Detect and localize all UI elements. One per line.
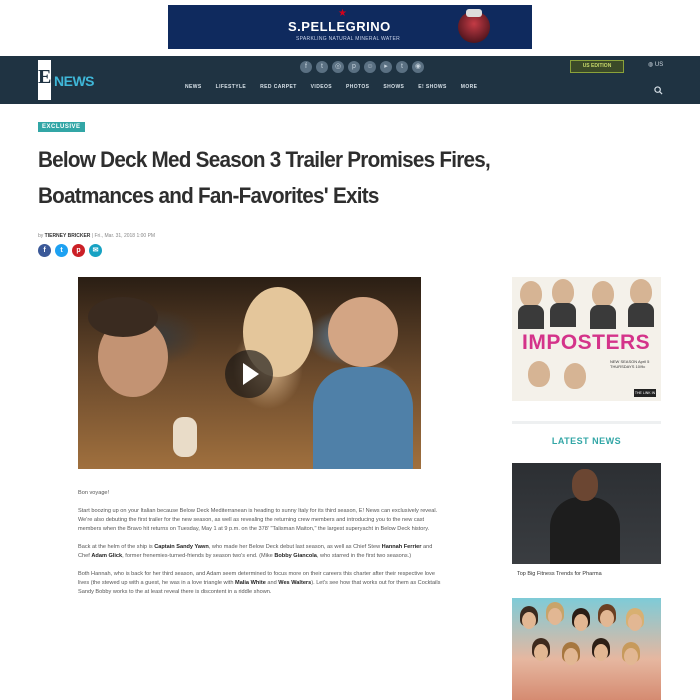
ad-airdate: NEW SEASON April 5 THURSDAYS 10/9c <box>610 359 650 369</box>
logo-e: E <box>38 60 51 100</box>
ad-person <box>520 281 542 307</box>
twitter-icon[interactable]: t <box>316 61 328 73</box>
nav-news[interactable]: NEWS <box>178 84 209 90</box>
ad-network-badge: THE LINK IN <box>634 389 656 397</box>
ad-person-body <box>628 303 654 327</box>
video-frame-glass <box>173 417 197 457</box>
video-frame-hair <box>88 297 158 337</box>
image-group-face <box>600 610 614 627</box>
person-link[interactable]: Adam Glick <box>91 553 122 559</box>
site-header: E NEWS f t ◎ p ☺ ▸ t ◉ NEWS LIFESTYLE RE… <box>0 56 700 104</box>
instagram-icon[interactable]: ◎ <box>332 61 344 73</box>
ad-person-body <box>550 303 576 327</box>
ad-person <box>630 279 652 305</box>
image-person-body <box>550 497 620 564</box>
tumblr-icon[interactable]: t <box>396 61 408 73</box>
pinterest-share-icon[interactable]: p <box>72 244 85 257</box>
play-icon <box>243 363 259 385</box>
ad-person-body <box>518 305 544 329</box>
person-link[interactable]: Wes Walters <box>278 580 311 586</box>
image-person-head <box>572 469 598 501</box>
author-link[interactable]: TIERNEY BRICKER <box>45 233 91 239</box>
text-run: Back at the helm of the ship is <box>78 544 155 550</box>
main-nav: NEWS LIFESTYLE RED CARPET VIDEOS PHOTOS … <box>178 84 484 90</box>
image-group-face <box>594 644 608 661</box>
text-run: , who starred in the first two seasons.) <box>316 553 412 559</box>
nav-videos[interactable]: VIDEOS <box>304 84 339 90</box>
edition-button[interactable]: US EDITION <box>570 60 624 73</box>
search-icon[interactable] <box>654 86 663 95</box>
category-tag[interactable]: EXCLUSIVE <box>38 122 85 132</box>
image-group-face <box>548 608 562 625</box>
paragraph: Back at the helm of the ship is Captain … <box>78 543 442 561</box>
person-link[interactable]: Hannah Ferrier <box>382 544 422 550</box>
text-run: , who made her Below Deck debut last sea… <box>208 544 382 550</box>
region-label: US <box>654 62 664 68</box>
ad-person <box>564 363 586 389</box>
image-group-face <box>574 614 588 631</box>
share-buttons: f t p ✉ <box>38 244 102 257</box>
ad-product-image <box>458 9 490 43</box>
text-run: and <box>265 580 279 586</box>
paragraph: Start boozing up on your Italian because… <box>78 508 438 532</box>
snapchat-icon[interactable]: ☺ <box>364 61 376 73</box>
byline-prefix: by <box>38 233 44 239</box>
rss-icon[interactable]: ◉ <box>412 61 424 73</box>
video-frame-person <box>328 297 398 367</box>
ad-brand: S.PELLEGRINO <box>288 19 391 34</box>
twitter-share-icon[interactable]: t <box>55 244 68 257</box>
pinterest-icon[interactable]: p <box>348 61 360 73</box>
latest-news-title: LATEST NEWS <box>551 436 622 446</box>
text-run: , former frenemies-turned-friends by sea… <box>122 553 275 559</box>
star-icon: ★ <box>338 8 347 19</box>
ad-person <box>552 279 574 305</box>
nav-shows[interactable]: SHOWS <box>376 84 411 90</box>
ad-creative[interactable]: ★ S.PELLEGRINO SPARKLING NATURAL MINERAL… <box>168 5 532 49</box>
ad-person <box>528 361 550 387</box>
facebook-share-icon[interactable]: f <box>38 244 51 257</box>
nav-more[interactable]: MORE <box>454 84 485 90</box>
image-group-face <box>534 644 548 661</box>
nav-red-carpet[interactable]: RED CARPET <box>253 84 304 90</box>
latest-news-image[interactable] <box>512 463 661 564</box>
latest-news-image[interactable] <box>512 598 661 700</box>
latest-news-caption[interactable]: Top Big Fitness Trends for Pharma <box>517 571 662 577</box>
video-frame-shirt <box>313 367 413 469</box>
latest-news-header: LATEST NEWS <box>512 421 661 461</box>
nav-photos[interactable]: PHOTOS <box>339 84 376 90</box>
social-links: f t ◎ p ☺ ▸ t ◉ <box>300 61 424 73</box>
person-link[interactable]: Malia White <box>235 580 266 586</box>
youtube-icon[interactable]: ▸ <box>380 61 392 73</box>
image-group-face <box>564 648 578 665</box>
globe-icon: ◍ <box>648 62 654 68</box>
ad-person <box>592 281 614 307</box>
nav-lifestyle[interactable]: LIFESTYLE <box>209 84 254 90</box>
person-link[interactable]: Captain Sandy Yawn <box>154 544 209 550</box>
image-group-face <box>522 612 536 629</box>
publish-date: | Fri., Mar. 31, 2018 1:00 PM <box>91 233 156 239</box>
facebook-icon[interactable]: f <box>300 61 312 73</box>
byline: by TIERNEY BRICKER | Fri., Mar. 31, 2018… <box>38 233 155 239</box>
top-ad-banner[interactable]: ★ S.PELLEGRINO SPARKLING NATURAL MINERAL… <box>0 0 700 54</box>
email-share-icon[interactable]: ✉ <box>89 244 102 257</box>
article-body: Bon voyage! Start boozing up on your Ita… <box>78 489 442 606</box>
sidebar-ad[interactable]: IMPOSTERS NEW SEASON April 5 THURSDAYS 1… <box>512 277 661 401</box>
enews-logo[interactable]: E NEWS <box>38 60 95 100</box>
play-button[interactable] <box>225 350 273 398</box>
nav-e-shows[interactable]: E! SHOWS <box>411 84 453 90</box>
paragraph: Bon voyage! <box>78 490 110 496</box>
region-selector[interactable]: ◍ US <box>648 61 663 68</box>
ad-show-title: IMPOSTERS <box>522 331 651 354</box>
image-group-face <box>628 614 642 631</box>
article-title: Below Deck Med Season 3 Trailer Promises… <box>38 147 491 208</box>
image-group-face <box>624 648 638 665</box>
ad-person-body <box>590 305 616 329</box>
logo-news: NEWS <box>54 73 95 89</box>
paragraph: Both Hannah, who is back for her third s… <box>78 570 442 597</box>
ad-tagline: SPARKLING NATURAL MINERAL WATER <box>296 36 401 42</box>
person-link[interactable]: Bobby Giancola <box>274 553 317 559</box>
